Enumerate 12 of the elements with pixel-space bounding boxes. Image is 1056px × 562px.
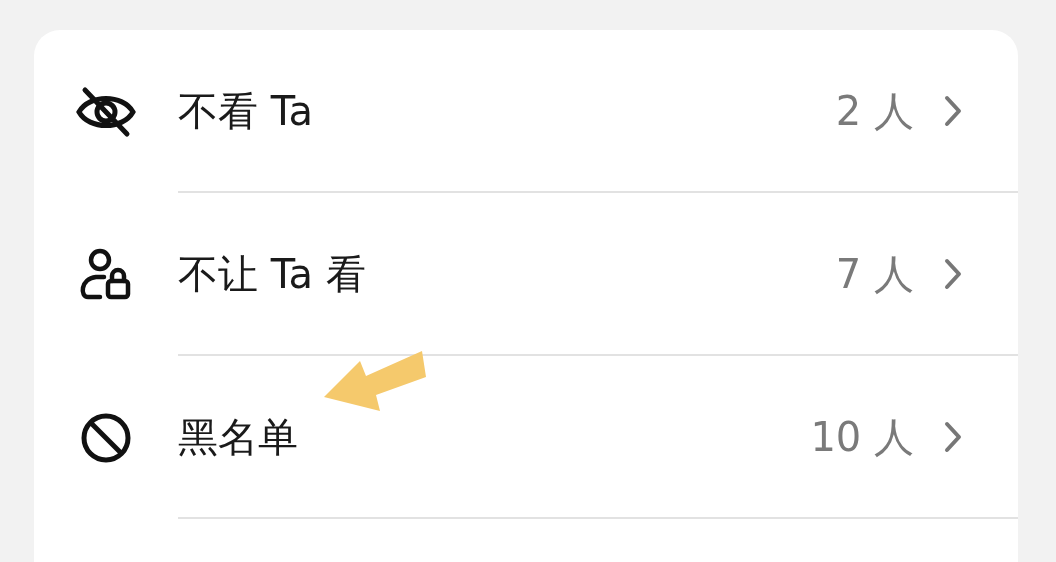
chevron-right-icon xyxy=(944,257,962,290)
chevron-right-icon xyxy=(944,420,962,453)
chevron-right-icon xyxy=(944,94,962,127)
list-row[interactable]: 不看 Ta 2 人 xyxy=(34,30,1018,193)
list-row[interactable]: 不让 Ta 看 7 人 xyxy=(34,193,1018,356)
eye-slash-icon xyxy=(75,85,137,138)
row-label: 不让 Ta 看 xyxy=(178,249,367,299)
row-label: 不看 Ta xyxy=(178,86,315,136)
row-count: 7 人 xyxy=(835,249,914,299)
row-label: 黑名单 xyxy=(178,412,299,462)
row-count: 2 人 xyxy=(835,86,914,136)
row-count: 10 人 xyxy=(810,412,914,462)
